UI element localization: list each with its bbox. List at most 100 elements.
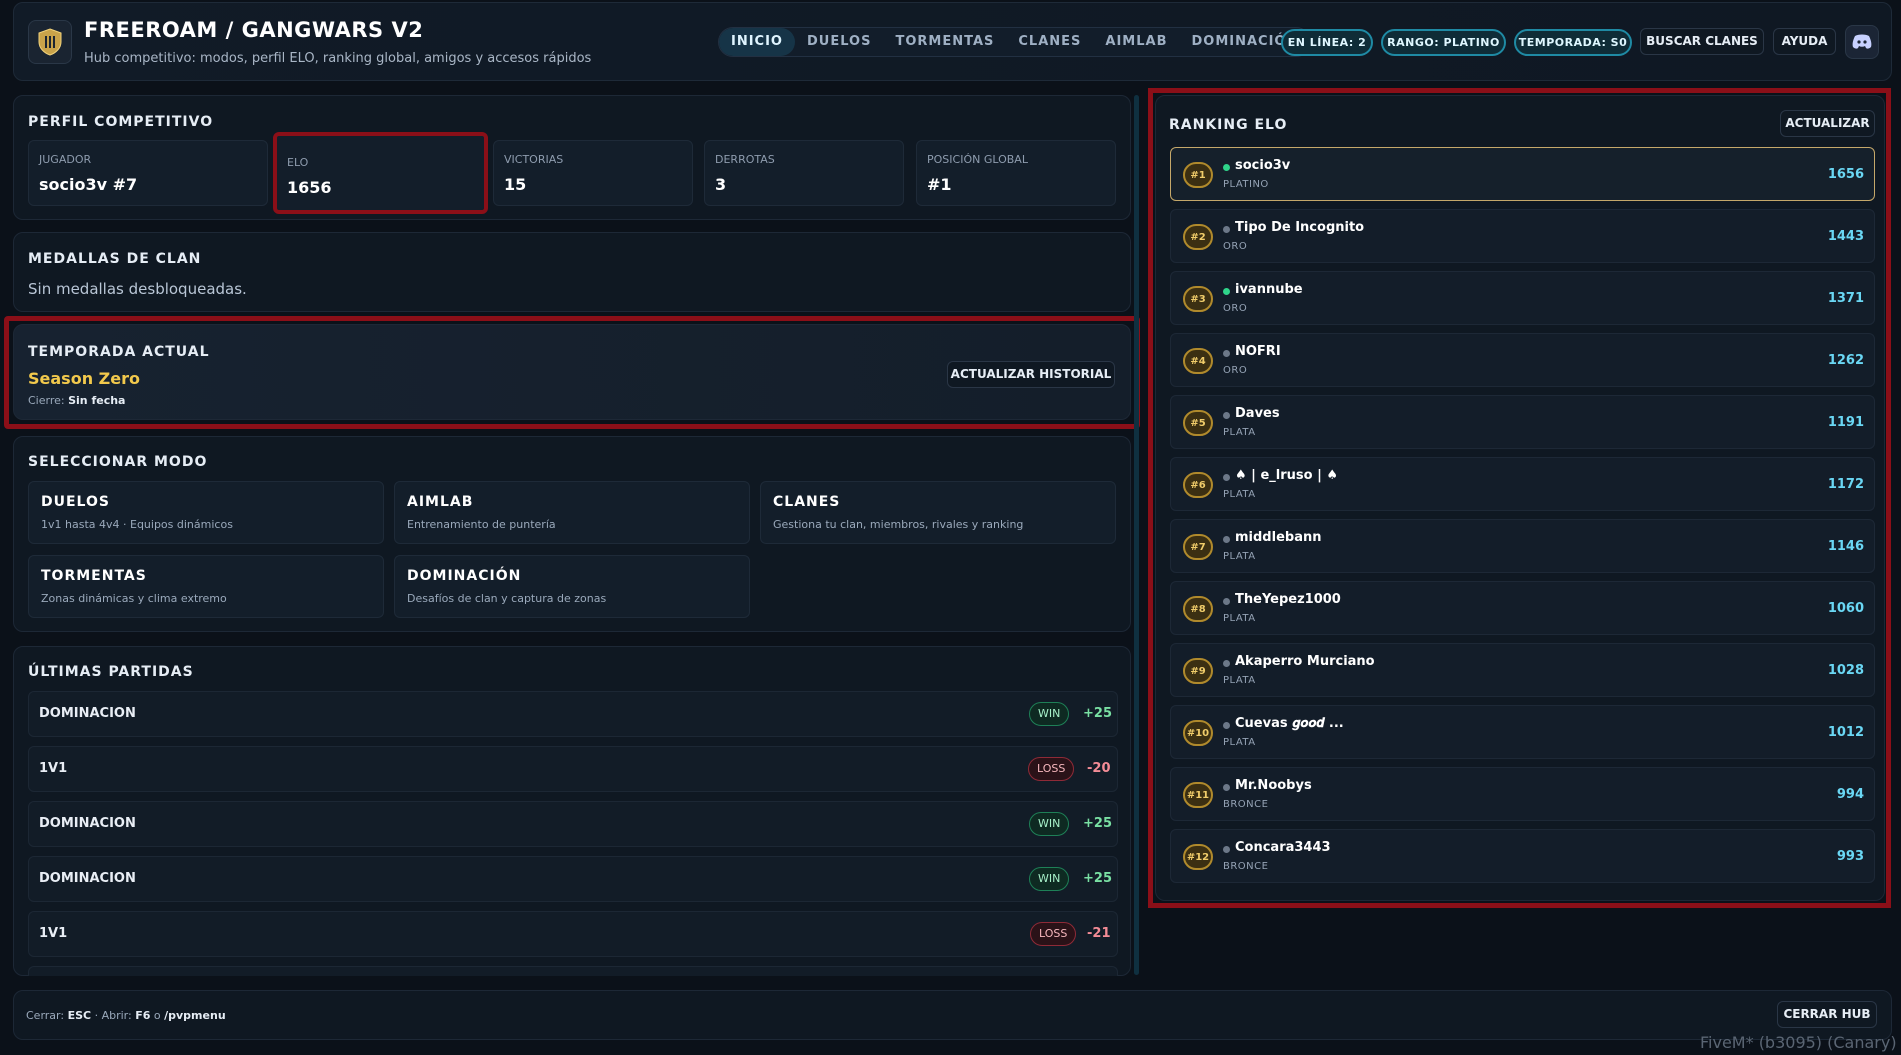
season-badge: TEMPORADA: S0 [1514, 29, 1632, 56]
match-mode: DOMINACION [39, 706, 136, 721]
rank-elo: 1060 [1827, 601, 1864, 616]
mode-desc: Gestiona tu clan, miembros, rivales y ra… [773, 518, 1024, 531]
refresh-ranking-button[interactable]: ACTUALIZAR [1780, 110, 1875, 137]
season-title: TEMPORADA ACTUAL [28, 344, 210, 360]
mode-card-duelos[interactable]: DUELOS 1v1 hasta 4v4 · Equipos dinámicos [28, 481, 384, 544]
mode-card-clanes[interactable]: CLANES Gestiona tu clan, miembros, rival… [760, 481, 1116, 544]
main-nav: INICIO DUELOS TORMENTAS CLANES AIMLAB DO… [718, 27, 1312, 57]
stat-label: ELO [287, 156, 309, 169]
ranking-row[interactable]: #5 Daves PLATA 1191 [1170, 395, 1875, 449]
rank-position: #7 [1183, 534, 1213, 560]
ranking-row[interactable]: #12 Concara3443 BRONCE 993 [1170, 829, 1875, 883]
status-dot-icon [1223, 288, 1230, 295]
stat-value: 1656 [287, 178, 332, 197]
help-button[interactable]: AYUDA [1773, 28, 1836, 55]
mode-desc: Desafíos de clan y captura de zonas [407, 592, 607, 605]
profile-title: PERFIL COMPETITIVO [28, 114, 214, 130]
mode-card-dominacion[interactable]: DOMINACIÓN Desafíos de clan y captura de… [394, 555, 750, 618]
ranking-row[interactable]: #2 Tipo De Incognito ORO 1443 [1170, 209, 1875, 263]
footer-close-label: Cerrar: [26, 1009, 65, 1022]
ranking-row[interactable]: #6 ♠ | e_lruso | ♠ PLATA 1172 [1170, 457, 1875, 511]
ranking-row[interactable]: #7 middlebann PLATA 1146 [1170, 519, 1875, 573]
ranking-row[interactable]: #8 TheYepez1000 PLATA 1060 [1170, 581, 1875, 635]
ranking-row[interactable]: #9 Akaperro Murciano PLATA 1028 [1170, 643, 1875, 697]
rank-position: #3 [1183, 286, 1213, 312]
rank-player-name: Akaperro Murciano [1235, 654, 1375, 669]
match-result-badge: WIN [1029, 702, 1070, 726]
match-elo-delta: +25 [1083, 816, 1112, 831]
stat-victories: VICTORIAS 15 [493, 140, 693, 206]
online-count-badge: EN LÍNEA: 2 [1281, 29, 1373, 56]
rank-tier: ORO [1223, 241, 1248, 252]
update-history-button[interactable]: ACTUALIZAR HISTORIAL [947, 361, 1115, 388]
mode-name: TORMENTAS [41, 568, 147, 584]
ranking-row[interactable]: #10 Cuevas 𝒈𝒐𝒐𝒅 ... PLATA 1012 [1170, 705, 1875, 759]
discord-button[interactable] [1845, 25, 1879, 59]
rank-position: #1 [1183, 162, 1213, 188]
status-dot-icon [1223, 536, 1230, 543]
stat-label: VICTORIAS [504, 153, 564, 166]
season-close-label: Cierre: [28, 394, 65, 407]
status-dot-icon [1223, 474, 1230, 481]
match-row: DOMINACION WIN +25 [28, 801, 1118, 847]
rank-player-name: Cuevas 𝒈𝒐𝒐𝒅 ... [1235, 716, 1344, 731]
mode-name: DUELOS [41, 494, 110, 510]
ranking-row[interactable]: #4 NOFRI ORO 1262 [1170, 333, 1875, 387]
rank-elo: 1028 [1827, 663, 1864, 678]
mode-desc: Zonas dinámicas y clima extremo [41, 592, 227, 605]
nav-tab-inicio[interactable]: INICIO [719, 28, 795, 56]
mode-name: CLANES [773, 494, 841, 510]
close-hub-button[interactable]: CERRAR HUB [1777, 1001, 1877, 1028]
rank-position: #2 [1183, 224, 1213, 250]
match-mode: 1V1 [39, 761, 68, 776]
match-mode: DOMINACION [39, 816, 136, 831]
status-dot-icon [1223, 598, 1230, 605]
footer-hint: Cerrar: ESC · Abrir: F6 o /pvpmenu [26, 1009, 226, 1022]
rank-player-name: socio3v [1235, 158, 1291, 173]
stat-elo: ELO 1656 [273, 132, 488, 214]
stat-global-position: POSICIÓN GLOBAL #1 [916, 140, 1116, 206]
matches-title: ÚLTIMAS PARTIDAS [28, 664, 194, 680]
rank-badge: RANGO: PLATINO [1381, 29, 1506, 56]
ranking-row[interactable]: #11 Mr.Noobys BRONCE 994 [1170, 767, 1875, 821]
fivem-watermark: FiveM* (b3095) (Canary) [1700, 1033, 1897, 1052]
nav-tab-duelos[interactable]: DUELOS [795, 28, 883, 56]
mode-name: DOMINACIÓN [407, 568, 522, 584]
rank-tier: BRONCE [1223, 861, 1269, 872]
mode-card-aimlab[interactable]: AIMLAB Entrenamiento de puntería [394, 481, 750, 544]
ranking-row[interactable]: #1 socio3v PLATINO 1656 [1170, 147, 1875, 201]
season-name: Season Zero [28, 369, 140, 388]
status-dot-icon [1223, 846, 1230, 853]
stat-value: #1 [927, 175, 952, 194]
rank-position: #4 [1183, 348, 1213, 374]
rank-player-name: ivannube [1235, 282, 1303, 297]
footer-open-label: · Abrir: [94, 1009, 132, 1022]
match-row: DOMINACION WIN +25 [28, 691, 1118, 737]
rank-elo: 1262 [1827, 353, 1864, 368]
rank-elo: 1191 [1827, 415, 1864, 430]
match-result-badge: WIN [1029, 867, 1070, 891]
mode-select-title: SELECCIONAR MODO [28, 454, 208, 470]
nav-tab-tormentas[interactable]: TORMENTAS [883, 28, 1006, 56]
rank-player-name: Tipo De Incognito [1235, 220, 1365, 235]
mode-card-tormentas[interactable]: TORMENTAS Zonas dinámicas y clima extrem… [28, 555, 384, 618]
match-row: 1V1 LOSS -21 [28, 911, 1118, 957]
match-elo-delta: +25 [1083, 706, 1112, 721]
status-dot-icon [1223, 226, 1230, 233]
ranking-row[interactable]: #3 ivannube ORO 1371 [1170, 271, 1875, 325]
medals-title: MEDALLAS DE CLAN [28, 251, 202, 267]
nav-tab-clanes[interactable]: CLANES [1006, 28, 1093, 56]
nav-tab-aimlab[interactable]: AIMLAB [1093, 28, 1179, 56]
rank-tier: PLATA [1223, 489, 1256, 500]
rank-elo: 1443 [1827, 229, 1864, 244]
discord-icon [1852, 34, 1872, 49]
scrollbar-track[interactable] [1134, 95, 1139, 975]
match-row: 1V1 LOSS -20 [28, 746, 1118, 792]
rank-player-name: TheYepez1000 [1235, 592, 1341, 607]
status-dot-icon [1223, 164, 1230, 171]
app-subtitle: Hub competitivo: modos, perfil ELO, rank… [84, 51, 592, 66]
footer-close-key: ESC [67, 1009, 92, 1022]
search-clans-button[interactable]: BUSCAR CLANES [1640, 28, 1764, 55]
stat-value: 3 [715, 175, 727, 194]
rank-tier: PLATINO [1223, 179, 1269, 190]
